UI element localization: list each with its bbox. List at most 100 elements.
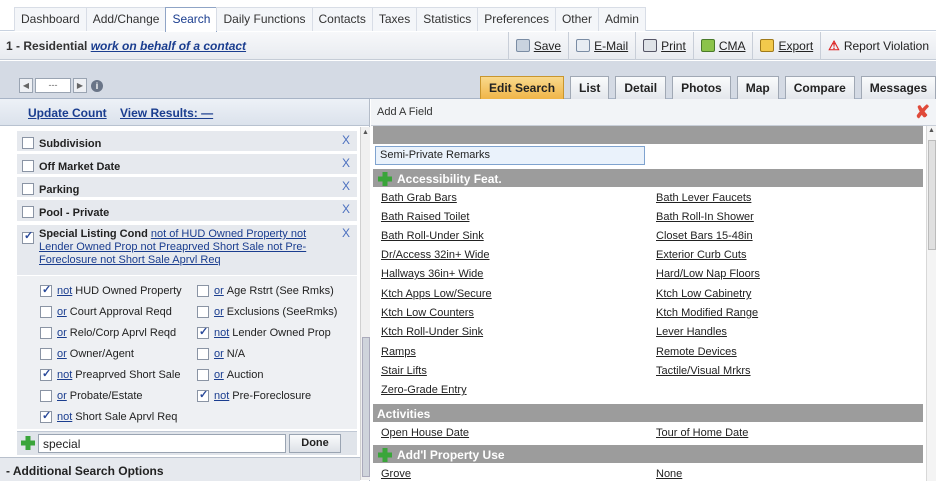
option-relo-corp[interactable]: or Relo/Corp Aprvl Reqd [40, 327, 176, 339]
field-item[interactable]: Ktch Low Counters [381, 307, 474, 319]
report-violation-button[interactable]: ⚠ Report Violation [820, 31, 936, 60]
option-preaprved-short-sale[interactable]: notPreaprved Short Sale [40, 367, 180, 381]
option-checkbox[interactable] [40, 327, 52, 339]
tab-edit-search[interactable]: Edit Search [480, 76, 565, 99]
field-item[interactable]: Stair Lifts [381, 365, 427, 377]
info-icon[interactable]: i [91, 79, 103, 92]
view-results-link[interactable]: View Results: — [120, 106, 213, 120]
field-item[interactable]: Bath Grab Bars [381, 192, 457, 204]
option-age-rstrt[interactable]: or Age Rstrt (See Rmks) [197, 285, 334, 297]
option-checkbox[interactable] [40, 367, 52, 381]
option-checkbox[interactable] [197, 285, 209, 297]
tab-list[interactable]: List [570, 76, 610, 99]
right-scrollbar[interactable]: ▲ [926, 126, 936, 481]
field-item[interactable]: Grove [381, 468, 411, 480]
field-item[interactable]: Bath Lever Faucets [656, 192, 751, 204]
remove-criterion-button[interactable]: X [342, 227, 350, 240]
tab-detail[interactable]: Detail [615, 76, 667, 99]
criterion-checkbox[interactable] [22, 137, 34, 149]
done-button[interactable]: Done [289, 434, 341, 453]
field-item[interactable]: Tour of Home Date [656, 427, 748, 439]
add-plus-icon[interactable] [377, 447, 393, 463]
option-checkbox[interactable] [40, 390, 52, 402]
export-button[interactable]: Export [752, 31, 820, 60]
print-button[interactable]: Print [635, 31, 693, 60]
tab-add-change[interactable]: Add/Change [85, 7, 167, 31]
update-count-link[interactable]: Update Count [28, 106, 107, 120]
option-auction[interactable]: or Auction [197, 369, 263, 381]
tab-search[interactable]: Search [165, 7, 218, 32]
field-item[interactable]: Exterior Curb Cuts [656, 249, 746, 261]
title-link[interactable]: work on behalf of a contact [91, 39, 246, 53]
criterion-checkbox[interactable] [22, 230, 34, 244]
additional-search-options[interactable]: - Additional Search Options [0, 457, 360, 481]
field-item[interactable]: Zero-Grade Entry [381, 384, 467, 396]
save-button[interactable]: Save [507, 31, 568, 60]
tab-map[interactable]: Map [736, 76, 779, 99]
scroll-thumb[interactable] [362, 337, 370, 477]
option-checkbox[interactable] [197, 306, 209, 318]
scroll-up-icon[interactable]: ▲ [927, 127, 936, 134]
option-prefix[interactable]: not [57, 411, 72, 423]
option-prefix[interactable]: or [214, 306, 224, 318]
field-item[interactable]: Dr/Access 32in+ Wide [381, 249, 490, 261]
left-scrollbar[interactable]: ▲ [360, 127, 370, 480]
remove-criterion-button[interactable]: X [342, 133, 350, 147]
field-item[interactable]: Closet Bars 15-48in [656, 230, 753, 242]
option-owner-agent[interactable]: or Owner/Agent [40, 348, 134, 360]
add-plus-icon[interactable] [20, 435, 36, 451]
field-item[interactable]: Remote Devices [656, 346, 737, 358]
field-item[interactable]: Hard/Low Nap Floors [656, 268, 760, 280]
option-exclusions[interactable]: or Exclusions (SeeRmks) [197, 306, 337, 318]
option-pre-foreclosure[interactable]: notPre-Foreclosure [197, 388, 311, 402]
criterion-checkbox[interactable] [22, 206, 34, 218]
option-prefix[interactable]: or [57, 348, 67, 360]
tab-compare[interactable]: Compare [784, 76, 855, 99]
option-checkbox[interactable] [197, 369, 209, 381]
option-hud-owned[interactable]: notHUD Owned Property [40, 283, 182, 297]
field-item[interactable]: Bath Roll-Under Sink [381, 230, 484, 242]
selected-field[interactable]: Semi-Private Remarks [375, 146, 645, 165]
tab-statistics[interactable]: Statistics [416, 7, 479, 31]
option-prefix[interactable]: not [214, 390, 229, 402]
field-item[interactable]: Lever Handles [656, 326, 727, 338]
field-item[interactable]: Open House Date [381, 427, 469, 439]
email-button[interactable]: E-Mail [568, 31, 635, 60]
field-item[interactable]: Ramps [381, 346, 416, 358]
tab-taxes[interactable]: Taxes [371, 7, 418, 31]
remove-criterion-button[interactable]: X [342, 156, 350, 170]
option-lender-owned[interactable]: notLender Owned Prop [197, 325, 331, 339]
option-prefix[interactable]: or [214, 348, 224, 360]
option-checkbox[interactable] [197, 325, 209, 339]
option-prefix[interactable]: not [57, 369, 72, 381]
option-checkbox[interactable] [40, 409, 52, 423]
option-prefix[interactable]: not [214, 327, 229, 339]
prev-record-button[interactable]: ◀ [19, 78, 33, 93]
option-prefix[interactable]: or [57, 390, 67, 402]
tab-photos[interactable]: Photos [672, 76, 731, 99]
option-prefix[interactable]: or [214, 285, 224, 297]
criterion-checkbox[interactable] [22, 183, 34, 195]
option-prefix[interactable]: or [57, 306, 67, 318]
scroll-up-icon[interactable]: ▲ [361, 129, 370, 136]
option-probate-estate[interactable]: or Probate/Estate [40, 390, 143, 402]
criterion-checkbox[interactable] [22, 160, 34, 172]
option-checkbox[interactable] [40, 348, 52, 360]
remove-criterion-button[interactable]: X [342, 202, 350, 216]
option-checkbox[interactable] [197, 348, 209, 360]
field-item[interactable]: Ktch Apps Low/Secure [381, 288, 492, 300]
field-item[interactable]: Hallways 36in+ Wide [381, 268, 483, 280]
option-prefix[interactable]: or [57, 327, 67, 339]
tab-contacts[interactable]: Contacts [311, 7, 373, 31]
remove-criterion-button[interactable]: X [342, 179, 350, 193]
tab-admin[interactable]: Admin [597, 7, 646, 31]
option-checkbox[interactable] [40, 306, 52, 318]
option-court-approval[interactable]: or Court Approval Reqd [40, 306, 172, 318]
add-plus-icon[interactable] [377, 171, 393, 187]
close-icon[interactable]: ✘ [915, 102, 930, 123]
field-item[interactable]: Bath Roll-In Shower [656, 211, 754, 223]
tab-preferences[interactable]: Preferences [477, 7, 556, 31]
scroll-thumb[interactable] [928, 140, 936, 250]
next-record-button[interactable]: ▶ [73, 78, 87, 93]
option-prefix[interactable]: not [57, 285, 72, 297]
